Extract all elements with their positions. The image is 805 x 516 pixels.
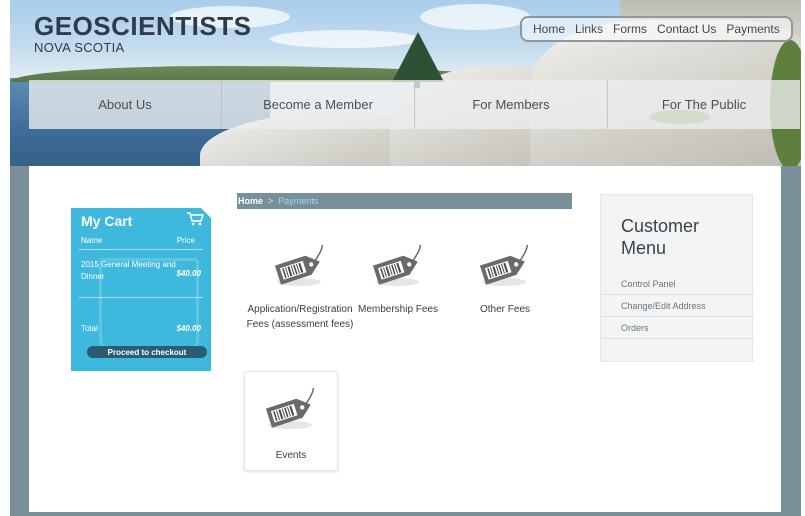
payment-tile-membership-fees[interactable]: Membership Fees xyxy=(351,232,445,317)
payment-tile-label: Other Fees xyxy=(479,304,531,315)
cart-divider xyxy=(79,249,203,250)
customer-menu: Customer Menu Control Panel Change/Edit … xyxy=(600,194,754,362)
shopping-cart-icon xyxy=(187,212,204,226)
customer-menu-title: Customer Menu xyxy=(621,216,700,258)
breadcrumb-separator: > xyxy=(268,196,274,206)
top-nav-payments[interactable]: Payments xyxy=(726,22,779,36)
payment-tile-other-fees[interactable]: Other Fees xyxy=(458,232,552,317)
cart-total-label: Total xyxy=(81,324,98,333)
my-cart-widget: My Cart Name Price 2015 General Meeting … xyxy=(71,208,211,371)
top-nav: Home Links Forms Contact Us Payments xyxy=(520,16,793,42)
proceed-to-checkout-button[interactable]: Proceed to checkout xyxy=(87,346,207,358)
top-nav-contact-us[interactable]: Contact Us xyxy=(657,22,716,36)
breadcrumb: Home > Payments xyxy=(237,193,572,209)
cart-divider xyxy=(79,297,203,298)
price-tag-barcode-icon xyxy=(372,245,422,286)
top-nav-home[interactable]: Home xyxy=(533,22,565,36)
site-header: GEOSCIENTISTS NOVA SCOTIA Home Links For… xyxy=(10,0,801,166)
cart-title: My Cart xyxy=(81,213,133,229)
payment-tile-events[interactable]: Events xyxy=(244,371,338,471)
cart-total-price: $40.00 xyxy=(176,324,201,333)
main-nav-for-members[interactable]: For Members xyxy=(415,80,608,129)
payment-tile-application-fees[interactable]: Application/Registration Fees (assessmen… xyxy=(242,232,358,332)
breadcrumb-current: Payments xyxy=(278,196,319,206)
customer-menu-control-panel[interactable]: Control Panel xyxy=(601,273,754,295)
payment-tile-label: Events xyxy=(275,450,307,461)
price-tag-barcode-icon xyxy=(274,245,324,286)
cart-column-name: Name xyxy=(81,236,103,245)
main-nav-become-a-member[interactable]: Become a Member xyxy=(222,80,415,129)
logo-title: GEOSCIENTISTS xyxy=(34,11,252,41)
site-logo[interactable]: GEOSCIENTISTS NOVA SCOTIA xyxy=(34,12,251,55)
payment-tile-label: Application/Registration Fees (assessmen… xyxy=(246,304,354,330)
price-tag-barcode-icon xyxy=(479,245,529,286)
top-nav-forms[interactable]: Forms xyxy=(613,22,647,36)
main-nav-about-us[interactable]: About Us xyxy=(29,80,222,129)
customer-menu-change-edit-address[interactable]: Change/Edit Address xyxy=(601,295,754,317)
top-nav-links[interactable]: Links xyxy=(575,22,603,36)
logo-subtitle: NOVA SCOTIA xyxy=(34,40,125,55)
pine-tree-scenery xyxy=(392,32,444,82)
cart-item-name: 2015 General Meeting and Dinner xyxy=(81,260,176,281)
main-content: My Cart Name Price 2015 General Meeting … xyxy=(29,166,781,512)
cart-column-price: Price xyxy=(176,236,195,245)
payment-tile-label: Membership Fees xyxy=(357,304,439,315)
price-tag-barcode-icon xyxy=(265,388,315,429)
main-nav-for-the-public[interactable]: For The Public xyxy=(608,80,800,129)
cloud xyxy=(420,4,530,30)
breadcrumb-home-link[interactable]: Home xyxy=(238,196,263,206)
cart-item-price: $40.00 xyxy=(176,269,201,278)
customer-menu-orders[interactable]: Orders xyxy=(601,317,754,339)
main-nav: About Us Become a Member For Members For… xyxy=(29,80,800,129)
